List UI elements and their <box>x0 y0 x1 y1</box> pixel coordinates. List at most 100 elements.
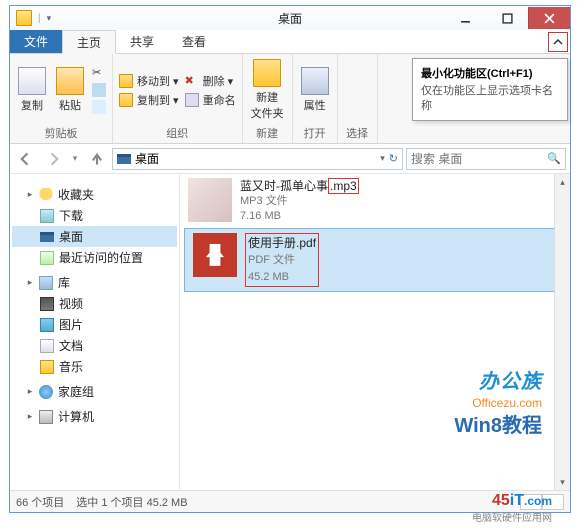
picture-icon <box>40 318 54 332</box>
address-dropdown-icon[interactable]: ▾ <box>380 153 385 164</box>
rename-button[interactable]: 重命名 <box>185 92 236 108</box>
expander-icon[interactable]: ▸ <box>26 413 34 421</box>
up-button[interactable] <box>85 147 109 171</box>
group-label-select: 选择 <box>346 125 368 141</box>
expander-icon[interactable]: ▸ <box>26 191 34 199</box>
search-icon: 🔍 <box>547 152 561 165</box>
icons-view-button[interactable] <box>542 494 564 510</box>
address-bar[interactable]: 桌面 ▾ ↻ <box>112 148 403 170</box>
cut-icon: ✂ <box>92 66 106 80</box>
ext-highlight: .mp3 <box>328 178 359 194</box>
watermark-win8: Win8教程 <box>454 409 542 438</box>
sidebar-homegroup[interactable]: ▸家庭组 <box>12 381 177 402</box>
paste-shortcut-button[interactable] <box>92 100 106 114</box>
arrow-left-icon <box>19 152 33 166</box>
copy-path-button[interactable] <box>92 83 106 97</box>
tooltip-title: 最小化功能区(Ctrl+F1) <box>421 65 559 81</box>
tooltip-body: 仅在功能区上显示选项卡名称 <box>421 84 559 114</box>
ribbon-group-new: 新建 文件夹 新建 <box>243 54 293 143</box>
item-count: 66 个项目 <box>16 494 64 510</box>
clipboard-small-buttons: ✂ <box>92 66 106 114</box>
qat-divider: | <box>38 13 41 24</box>
file-item[interactable]: 蓝又时-孤单心事.mp3 MP3 文件 7.16 MB <box>180 174 570 228</box>
paste-icon <box>56 67 84 95</box>
sidebar-recent[interactable]: 最近访问的位置 <box>12 247 177 268</box>
qat-dropdown-icon[interactable]: ▾ <box>47 13 52 24</box>
body: ▸收藏夹 下载 桌面 最近访问的位置 ▸库 视频 图片 文档 音乐 ▸家庭组 ▸… <box>10 174 570 490</box>
search-box[interactable]: 🔍 <box>406 148 566 170</box>
maximize-button[interactable] <box>486 7 528 29</box>
file-size: 7.16 MB <box>240 209 359 224</box>
computer-icon <box>39 410 53 424</box>
cut-button[interactable]: ✂ <box>92 66 106 80</box>
filename-highlight: 使用手册.pdf PDF 文件 45.2 MB <box>245 233 319 287</box>
recent-locations-button[interactable]: ▾ <box>68 147 82 171</box>
new-folder-icon <box>253 59 281 87</box>
download-icon <box>40 209 54 223</box>
forward-button[interactable] <box>41 147 65 171</box>
tab-file[interactable]: 文件 <box>10 30 62 53</box>
file-list[interactable]: 蓝又时-孤单心事.mp3 MP3 文件 7.16 MB 使用手册.pdf PDF… <box>180 174 570 490</box>
move-to-button[interactable]: 移动到 ▾ <box>119 73 179 89</box>
tab-view[interactable]: 查看 <box>168 30 220 53</box>
properties-icon <box>301 67 329 95</box>
file-meta: 使用手册.pdf PDF 文件 45.2 MB <box>245 233 319 287</box>
minimize-button[interactable] <box>444 7 486 29</box>
window-controls <box>444 7 570 29</box>
expander-icon[interactable]: ▸ <box>26 279 34 287</box>
location-icon <box>117 154 131 164</box>
tab-home[interactable]: 主页 <box>62 30 116 54</box>
details-view-button[interactable] <box>520 494 542 510</box>
shortcut-icon <box>92 100 106 114</box>
collapse-ribbon-button[interactable] <box>548 32 568 52</box>
desktop-icon <box>40 232 54 242</box>
sidebar-favorites[interactable]: ▸收藏夹 <box>12 184 177 205</box>
status-bar: 66 个项目 选中 1 个项目 45.2 MB <box>10 490 570 512</box>
file-name: 使用手册.pdf <box>248 236 316 250</box>
properties-button[interactable]: 属性 <box>299 65 331 115</box>
video-icon <box>40 297 54 311</box>
search-input[interactable] <box>411 152 543 166</box>
back-button[interactable] <box>14 147 38 171</box>
copy-to-button[interactable]: 复制到 ▾ <box>119 92 179 108</box>
ribbon-collapse-tooltip: 最小化功能区(Ctrl+F1) 仅在功能区上显示选项卡名称 <box>412 58 568 121</box>
app-icon[interactable] <box>16 10 32 26</box>
group-label-organize: 组织 <box>166 125 188 141</box>
refresh-button[interactable]: ↻ <box>389 152 398 165</box>
file-type: MP3 文件 <box>240 194 359 209</box>
file-item-selected[interactable]: 使用手册.pdf PDF 文件 45.2 MB <box>184 228 566 292</box>
delete-button[interactable]: ✖删除 ▾ <box>185 73 236 89</box>
copy-button[interactable]: 复制 <box>16 65 48 115</box>
sidebar-libraries[interactable]: ▸库 <box>12 272 177 293</box>
scroll-up-icon[interactable]: ▴ <box>555 174 570 190</box>
group-label-open: 打开 <box>304 125 326 141</box>
view-toggle <box>520 494 564 510</box>
close-button[interactable] <box>528 7 570 29</box>
new-folder-button[interactable]: 新建 文件夹 <box>249 57 286 123</box>
copy-to-icon <box>119 93 133 107</box>
nav-pane: ▸收藏夹 下载 桌面 最近访问的位置 ▸库 视频 图片 文档 音乐 ▸家庭组 ▸… <box>10 174 180 490</box>
sidebar-music[interactable]: 音乐 <box>12 356 177 377</box>
ribbon-group-organize: 移动到 ▾ 复制到 ▾ ✖删除 ▾ 重命名 组织 <box>113 54 243 143</box>
expander-icon[interactable]: ▸ <box>26 388 34 396</box>
sidebar-downloads[interactable]: 下载 <box>12 205 177 226</box>
sidebar-computer[interactable]: ▸计算机 <box>12 406 177 427</box>
ribbon-group-clipboard: 复制 粘贴 ✂ 剪贴板 <box>10 54 113 143</box>
library-icon <box>39 276 53 290</box>
delete-icon: ✖ <box>185 74 199 88</box>
document-icon <box>40 339 54 353</box>
scroll-down-icon[interactable]: ▾ <box>555 474 570 490</box>
move-icon <box>119 74 133 88</box>
vertical-scrollbar[interactable]: ▴ ▾ <box>554 174 570 490</box>
sidebar-pictures[interactable]: 图片 <box>12 314 177 335</box>
file-meta: 蓝又时-孤单心事.mp3 MP3 文件 7.16 MB <box>240 178 359 224</box>
sidebar-desktop[interactable]: 桌面 <box>12 226 177 247</box>
music-icon <box>40 360 54 374</box>
paste-button[interactable]: 粘贴 <box>54 65 86 115</box>
watermark-officezu-url: Officezu.com <box>472 396 542 410</box>
ribbon-group-open: 属性 打开 <box>293 54 338 143</box>
sidebar-videos[interactable]: 视频 <box>12 293 177 314</box>
tab-share[interactable]: 共享 <box>116 30 168 53</box>
sidebar-documents[interactable]: 文档 <box>12 335 177 356</box>
recent-icon <box>40 251 54 265</box>
